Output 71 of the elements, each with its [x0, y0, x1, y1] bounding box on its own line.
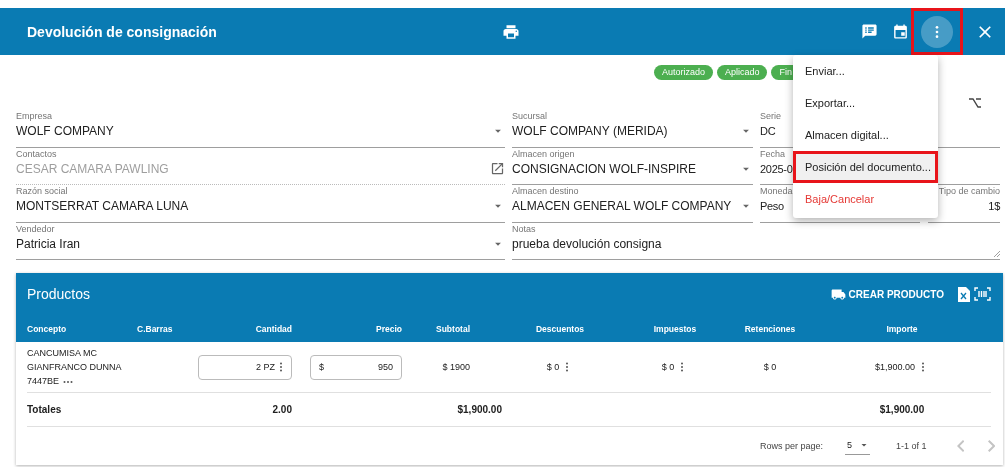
column-header: Retenciones	[743, 323, 797, 334]
field-value[interactable]: CONSIGNACION WOLF-INSPIRE	[512, 161, 696, 176]
column-header: Importe	[885, 323, 919, 334]
table-cell: $ 0	[546, 362, 560, 372]
status-chip: Autorizado	[653, 65, 713, 80]
calendar-button[interactable]	[892, 23, 909, 40]
field-value[interactable]: 1$	[988, 200, 1000, 212]
totals-label: Totales	[27, 404, 63, 415]
chevron-right-icon	[988, 440, 996, 452]
rows-per-page-select[interactable]: 5	[845, 437, 871, 455]
field-label: Fecha	[760, 148, 785, 159]
table-cell: $ 0	[763, 362, 777, 372]
price-field[interactable]: $ 950	[310, 354, 402, 380]
quantity-field[interactable]: 2 PZ	[198, 354, 292, 380]
menu-item[interactable]: Almacen digital...	[793, 119, 938, 151]
field-label: Contactos	[16, 148, 57, 159]
printer-icon	[502, 22, 520, 41]
field-value[interactable]: WOLF COMPANY (MERIDA)	[512, 124, 668, 138]
field-label: Serie	[760, 111, 781, 121]
calendar-icon	[892, 23, 909, 40]
spreadsheet-file-icon	[958, 286, 970, 302]
table-cell-text: $1,900.00	[878, 404, 926, 415]
page-range: 1-1 of 1	[896, 441, 927, 451]
barcode-scan-button[interactable]	[974, 287, 991, 301]
excel-import-button[interactable]	[958, 286, 970, 302]
print-button[interactable]	[502, 22, 520, 41]
create-product-button[interactable]: CREAR PRODUCTO	[830, 286, 944, 302]
comment-icon	[861, 23, 878, 40]
column-header: Cantidad	[254, 323, 292, 334]
notes-field[interactable]: prueba devolución consigna	[512, 236, 662, 251]
field-label: Almacen origen	[512, 148, 575, 159]
field-label: Notas	[512, 223, 536, 234]
field-value[interactable]: MONTSERRAT CAMARA LUNA	[16, 199, 189, 213]
status-chip: Aplicado	[716, 65, 768, 80]
table-cell-text: 2.00	[271, 404, 292, 415]
notes-button[interactable]	[861, 23, 878, 40]
column-header: C.Barras	[137, 323, 174, 334]
column-header: Subtotal	[435, 323, 471, 334]
field-label: Sucursal	[512, 111, 547, 121]
field-label: Razón social	[16, 186, 68, 196]
field-value[interactable]: ALMACEN GENERAL WOLF COMPANY	[512, 199, 732, 213]
column-header: Descuentos	[534, 323, 586, 334]
rows-per-page-label: Rows per page:	[760, 441, 824, 451]
field-value[interactable]: DC	[760, 125, 776, 137]
field-label: Almacen destino	[512, 186, 579, 196]
field-label: Vendedor	[16, 223, 55, 234]
table-cell-text: CANCUMISA MC GIANFRANCO DUNNA 7447BE	[27, 347, 123, 388]
table-cell: $1,900.00	[874, 362, 915, 372]
field-label: Empresa	[16, 111, 52, 121]
section-title: Productos	[27, 286, 92, 302]
field-value[interactable]: 2025-0	[760, 162, 793, 175]
column-header: Impuestos	[652, 323, 698, 334]
menu-item[interactable]: Baja/Cancelar	[793, 183, 938, 215]
table-cell: $ 0	[661, 362, 675, 372]
resize-handle-icon	[994, 251, 1000, 257]
branch-icon	[968, 97, 982, 109]
table-cell-text: $1,900.00	[456, 404, 502, 415]
chevron-left-icon	[956, 440, 964, 452]
external-link-icon	[490, 161, 505, 176]
barcode-scan-icon	[974, 287, 991, 301]
column-header: Precio	[375, 323, 402, 334]
field-value[interactable]: WOLF COMPANY	[16, 124, 114, 138]
field-label: Moneda	[760, 186, 793, 196]
column-header: Concepto	[27, 323, 68, 334]
field-label: Tipo de cambio	[938, 186, 1000, 196]
table-cell-text: $ 1900	[441, 362, 471, 372]
field-value[interactable]: Patricia Iran	[16, 236, 81, 251]
menu-item[interactable]: Posición del documento...	[793, 151, 938, 183]
menu-item[interactable]: Exportar...	[793, 87, 938, 119]
field-value[interactable]: Peso	[760, 200, 784, 212]
window-title: Devolución de consignación	[27, 23, 218, 40]
